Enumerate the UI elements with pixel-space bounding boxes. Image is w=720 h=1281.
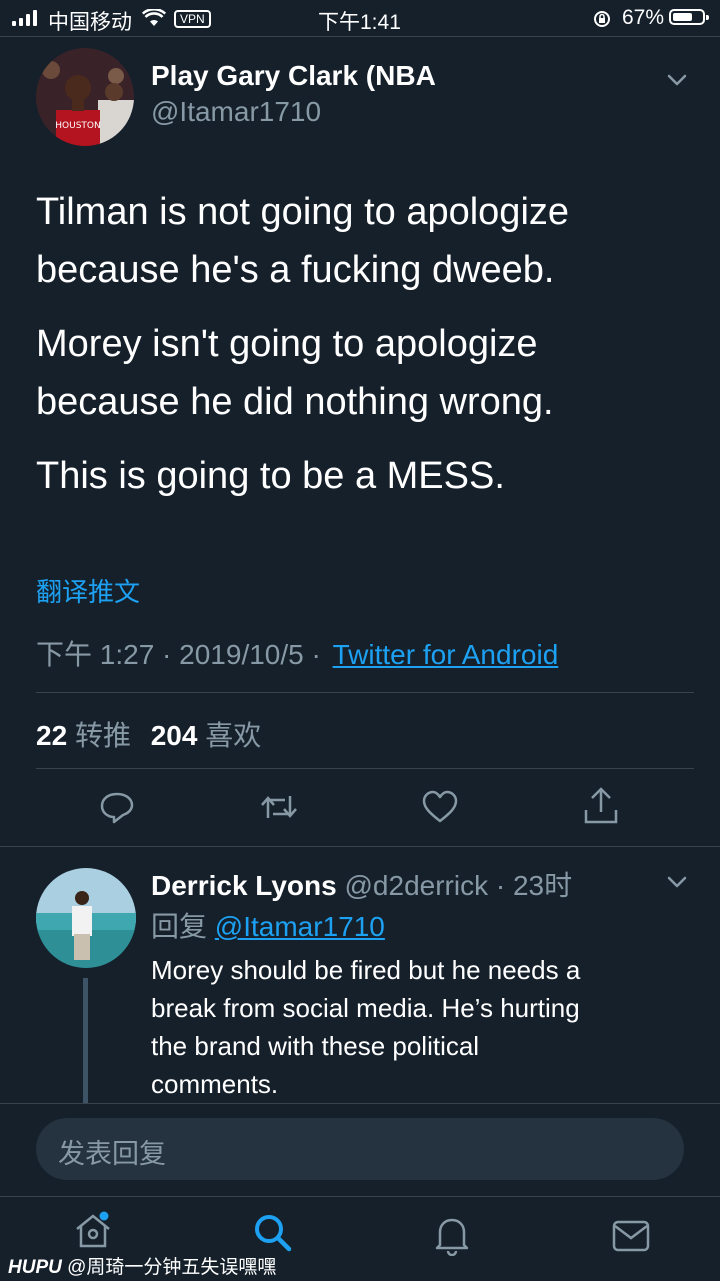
author-name[interactable]: Play Gary Clark (NBA (151, 60, 436, 92)
battery-icon (669, 9, 709, 25)
like-label[interactable]: 喜欢 (205, 720, 261, 751)
like-button[interactable] (421, 788, 459, 826)
status-divider (0, 36, 720, 37)
tweet-text: Tilman is not going to apologize because… (36, 183, 696, 505)
meta-divider (36, 692, 694, 693)
messages-icon (612, 1220, 650, 1252)
retweet-button[interactable] (259, 788, 299, 826)
reply-to-handle[interactable]: @Itamar1710 (215, 911, 385, 942)
reply-input-placeholder: 发表回复 (58, 1139, 166, 1169)
like-icon (422, 790, 458, 823)
like-count[interactable]: 204 (151, 720, 198, 751)
status-time: 下午1:41 (318, 11, 401, 34)
share-button[interactable] (582, 786, 620, 826)
retweet-label[interactable]: 转推 (75, 720, 131, 751)
notifications-icon (435, 1218, 469, 1256)
tweet-line: This is going to be a MESS. (36, 455, 505, 497)
reply-line: comments. (151, 1069, 279, 1099)
retweet-icon (261, 796, 297, 818)
chevron-down-icon[interactable] (665, 70, 689, 90)
tweet-source-link[interactable]: Twitter for Android (333, 639, 559, 670)
tweet-timestamp: 下午 1:27 · 2019/10/5 · (36, 639, 321, 670)
nav-search[interactable] (252, 1212, 294, 1254)
retweet-count[interactable]: 22 (36, 720, 67, 751)
author-avatar[interactable]: HOUSTON (36, 48, 134, 146)
reply-button[interactable] (98, 788, 136, 826)
watermark-brand: HUPU (8, 1257, 62, 1278)
nav-notifications[interactable] (432, 1214, 472, 1256)
tweet-divider (0, 846, 720, 847)
tweet-stats: 22 转推 204 喜欢 (36, 714, 261, 754)
translate-tweet-link[interactable]: 翻译推文 (36, 572, 140, 609)
status-bar: 中国移动 VPN 下午1:41 67% (0, 0, 720, 36)
reply-author-handle[interactable]: @d2derrick · 23时 (345, 870, 573, 901)
tweet-line: because he's a fucking dweeb. (36, 249, 555, 291)
nav-messages[interactable] (611, 1218, 651, 1254)
author-handle[interactable]: @Itamar1710 (151, 96, 321, 128)
rotation-lock-icon (594, 11, 610, 27)
tweet-line: Tilman is not going to apologize (36, 191, 570, 233)
thread-line (83, 978, 88, 1104)
home-icon (76, 1211, 110, 1248)
reply-author-avatar[interactable] (36, 868, 136, 968)
tweet-line: because he did nothing wrong. (36, 381, 554, 423)
battery-percent: 67% (622, 6, 665, 29)
watermark-text: @周琦一分钟五失误嘿嘿 (67, 1257, 277, 1278)
stats-divider (36, 768, 694, 769)
reply-line: Morey should be fired but he needs a (151, 955, 581, 985)
nav-home[interactable] (72, 1210, 114, 1252)
signal-icon (12, 10, 42, 26)
reply-to-line: 回复 @Itamar1710 (151, 905, 385, 945)
reply-line: the brand with these political (151, 1031, 480, 1061)
reply-input[interactable]: 发表回复 (36, 1118, 684, 1180)
vpn-badge: VPN (174, 10, 211, 28)
search-icon (255, 1215, 292, 1252)
share-icon (584, 787, 618, 824)
reply-author-name[interactable]: Derrick Lyons (151, 870, 337, 901)
reply-text: Morey should be fired but he needs a bre… (151, 951, 691, 1103)
svg-text:HOUSTON: HOUSTON (55, 121, 100, 131)
carrier-name: 中国移动 (48, 11, 132, 34)
tweet-meta: 下午 1:27 · 2019/10/5 · Twitter for Androi… (36, 633, 558, 673)
watermark: HUPU @周琦一分钟五失误嘿嘿 (8, 1252, 276, 1279)
reply-chevron-down-icon[interactable] (665, 872, 689, 892)
tweet-line: Morey isn't going to apologize (36, 323, 538, 365)
reply-header: Derrick Lyons @d2derrick · 23时 (151, 864, 572, 904)
reply-prefix: 回复 (151, 911, 208, 942)
wifi-icon (142, 9, 166, 26)
reply-icon (100, 792, 134, 824)
reply-line: break from social media. He’s hurting (151, 993, 580, 1023)
